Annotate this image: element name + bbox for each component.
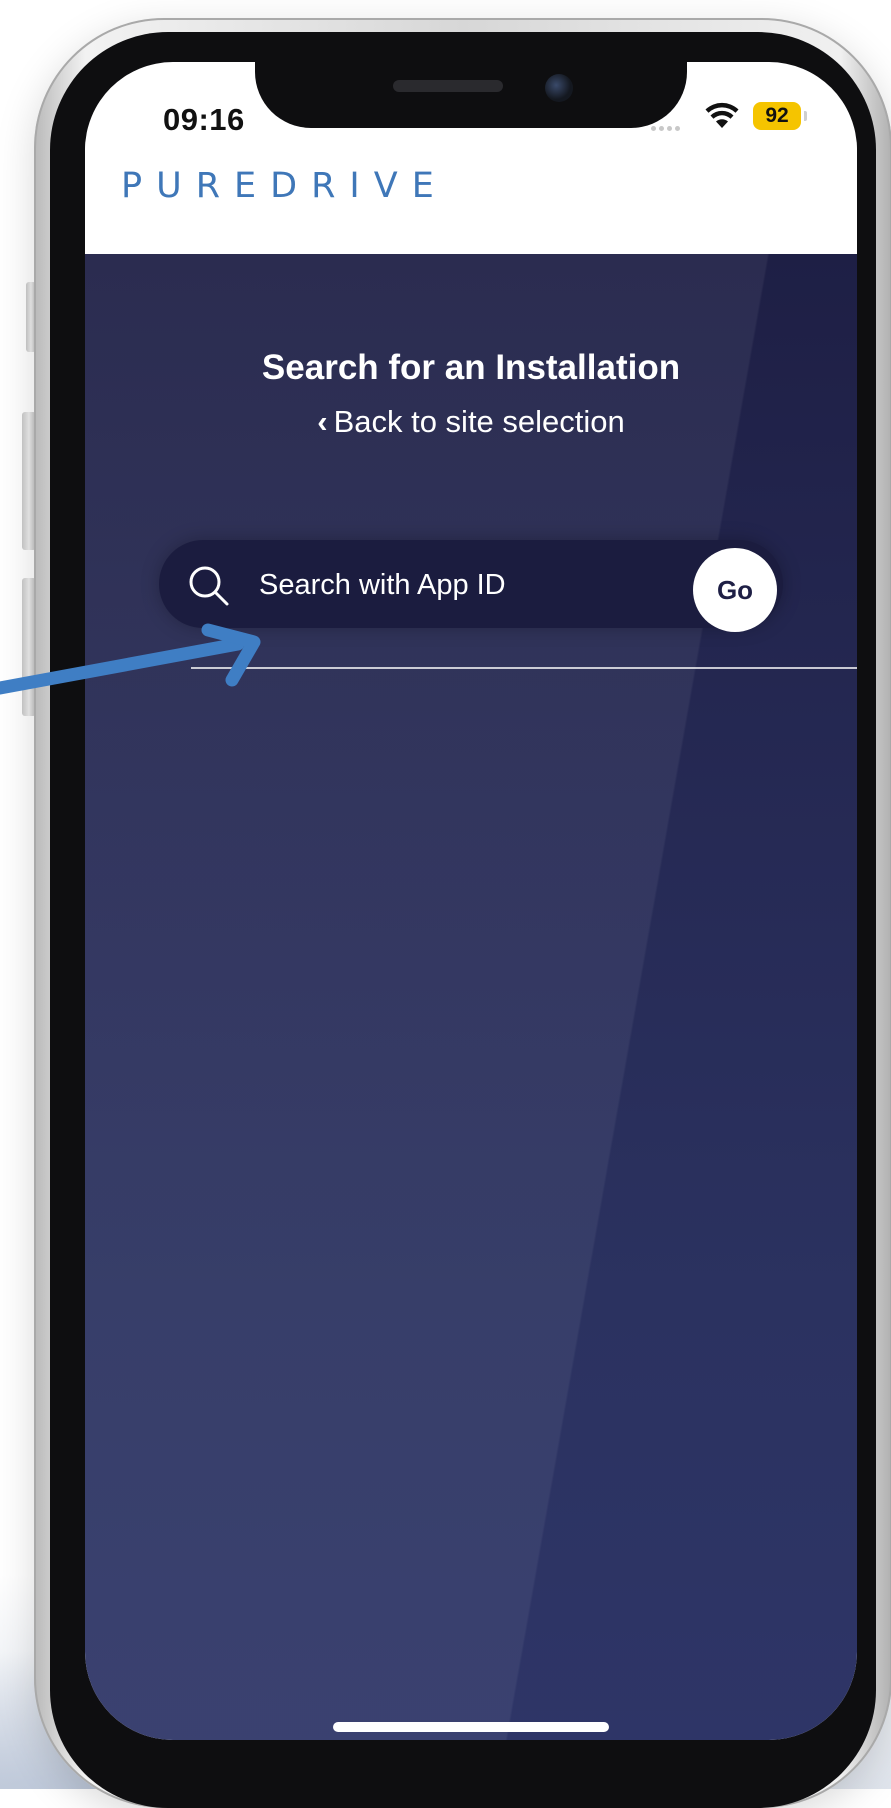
background-sheen — [85, 254, 857, 1740]
brand-logo: PUREDRIVE — [121, 166, 448, 206]
page-title: Search for an Installation — [261, 348, 681, 387]
speaker-grille — [393, 80, 503, 92]
wifi-icon — [705, 102, 739, 128]
divider — [191, 667, 857, 669]
back-to-site-selection-link[interactable]: ‹ Back to site selection — [85, 404, 857, 440]
pointer-arrow-icon — [0, 623, 261, 695]
app-id-search-input[interactable] — [257, 562, 621, 608]
back-link-label: Back to site selection — [333, 404, 625, 439]
chevron-left-icon: ‹ — [317, 404, 328, 439]
notch — [255, 62, 687, 128]
phone-screen: 09:16 92 PUREDRIVE Search for an Install… — [85, 62, 857, 1740]
home-indicator[interactable] — [333, 1722, 609, 1732]
battery-nub — [804, 111, 807, 121]
search-icon — [189, 566, 229, 606]
battery-icon: 92 — [753, 102, 801, 130]
main-content: Search for an Installation ‹ Back to site… — [85, 254, 857, 1740]
front-camera-icon — [545, 74, 573, 102]
status-time: 09:16 — [163, 102, 245, 137]
go-button[interactable]: Go — [693, 548, 777, 632]
